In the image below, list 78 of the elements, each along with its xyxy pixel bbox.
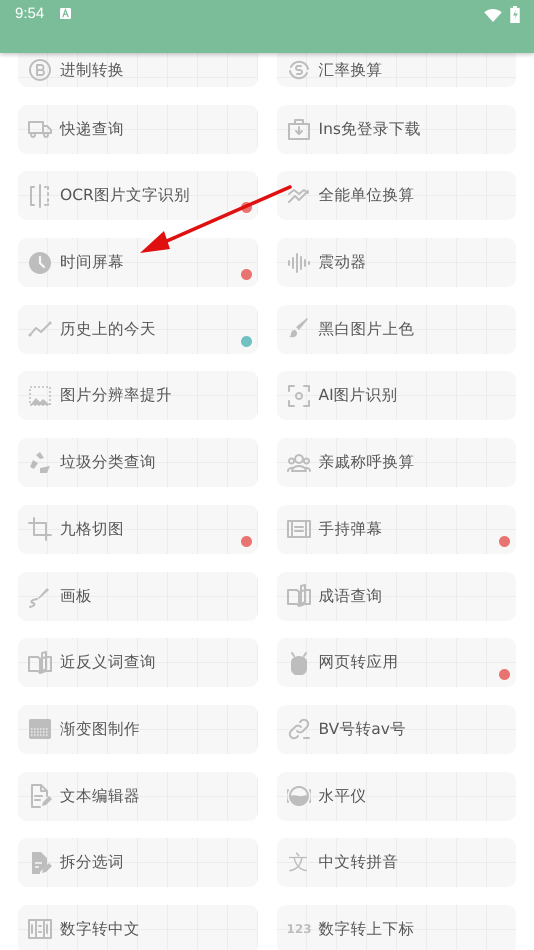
tool-card[interactable]: 文本编辑器 [18,772,258,821]
tool-label: 数字转中文 [60,918,140,940]
tool-card[interactable]: 近反义词查询 [18,638,258,688]
tool-card[interactable]: 黑白图片上色 [276,304,516,354]
tool-card[interactable]: 历史上的今天 [18,304,258,354]
tool-label: AI图片识别 [318,385,398,406]
tool-card[interactable]: 汇率换算 [276,53,516,87]
tool-label: 近反义词查询 [60,652,156,674]
tool-label: OCR图片文字识别 [60,185,190,206]
split-frame-icon [28,184,52,208]
tool-card[interactable]: 网页转应用 [276,638,516,688]
tool-label: 亲戚称呼换算 [318,452,414,474]
focus-frame-icon [286,384,310,408]
book-icon [286,584,310,608]
tool-card[interactable]: 文 中文转拼音 [276,838,516,888]
tool-label: 九格切图 [60,518,124,540]
binary-circle-icon [28,58,52,82]
tool-card[interactable]: 时间屏幕 [18,238,258,288]
image-icon [28,384,52,408]
tool-label: 汇率换算 [318,60,382,80]
tool-card[interactable]: 震动器 [276,238,516,288]
tool-card[interactable]: 快递查询 [18,104,258,154]
tool-label: Ins免登录下载 [318,118,421,140]
tool-card[interactable]: 成语查询 [276,572,516,620]
tool-card[interactable]: AI图片识别 [276,371,516,420]
document-edit-icon [28,784,52,808]
tool-label: 成语查询 [318,586,382,606]
tool-label: 快递查询 [60,118,124,140]
currency-exchange-icon [286,58,310,82]
tool-card[interactable]: BV号转av号 [276,704,516,754]
tool-card[interactable]: Ins免登录下载 [276,104,516,154]
tool-card[interactable]: 全能单位换算 [276,171,516,220]
tool-label: 拆分选词 [60,852,124,874]
tool-label: 网页转应用 [318,652,398,674]
tool-label: 水平仪 [318,786,366,807]
tool-card[interactable]: 垃圾分类查询 [18,438,258,488]
tool-label: 全能单位换算 [318,185,414,206]
link-icon [286,717,310,742]
gradient-icon [28,717,52,742]
tool-card[interactable]: 九格切图 [18,504,258,554]
tool-label: 垃圾分类查询 [60,452,156,474]
tool-card[interactable]: 画板 [18,572,258,620]
tool-card[interactable]: OCR图片文字识别 [18,171,258,220]
tool-card[interactable]: 进制转换 [18,53,258,87]
tool-label: 画板 [60,586,92,606]
tool-card[interactable]: 数字转中文 [18,904,258,950]
tool-label: 渐变图制作 [60,718,140,740]
tool-label: BV号转av号 [318,718,406,740]
tool-label: 手持弹幕 [318,518,382,540]
tool-card[interactable]: 手持弹幕 [276,504,516,554]
book-icon [28,650,52,675]
wifi-icon [484,8,502,22]
tool-label: 时间屏幕 [60,252,124,274]
clock-icon [28,250,52,275]
waveform-icon [286,250,310,275]
tool-label: 震动器 [318,252,366,274]
number-grid-icon [28,917,52,942]
crop-icon [28,517,52,542]
tool-card[interactable]: 亲戚称呼换算 [276,438,516,488]
tool-label: 历史上的今天 [60,318,156,340]
glyph-icon: 文 [286,849,310,876]
tool-label: 黑白图片上色 [318,318,414,340]
tool-card[interactable]: 水平仪 [276,772,516,821]
tool-card[interactable]: 图片分辨率提升 [18,371,258,420]
battery-icon [510,6,520,23]
level-icon [286,784,310,808]
tool-label: 数字转上下标 [318,918,414,940]
notification-icon [60,8,72,19]
status-time: 9:54 [15,5,44,23]
tool-label: 图片分辨率提升 [60,385,172,406]
download-box-icon [286,117,310,142]
tool-label: 进制转换 [60,60,124,80]
tool-label: 中文转拼音 [318,852,398,874]
tool-card[interactable]: 123 数字转上下标 [276,904,516,950]
glyph-icon: 123 [286,922,310,936]
tool-label: 文本编辑器 [60,786,140,807]
tool-card[interactable]: 渐变图制作 [18,704,258,754]
tool-card[interactable]: 拆分选词 [18,838,258,888]
